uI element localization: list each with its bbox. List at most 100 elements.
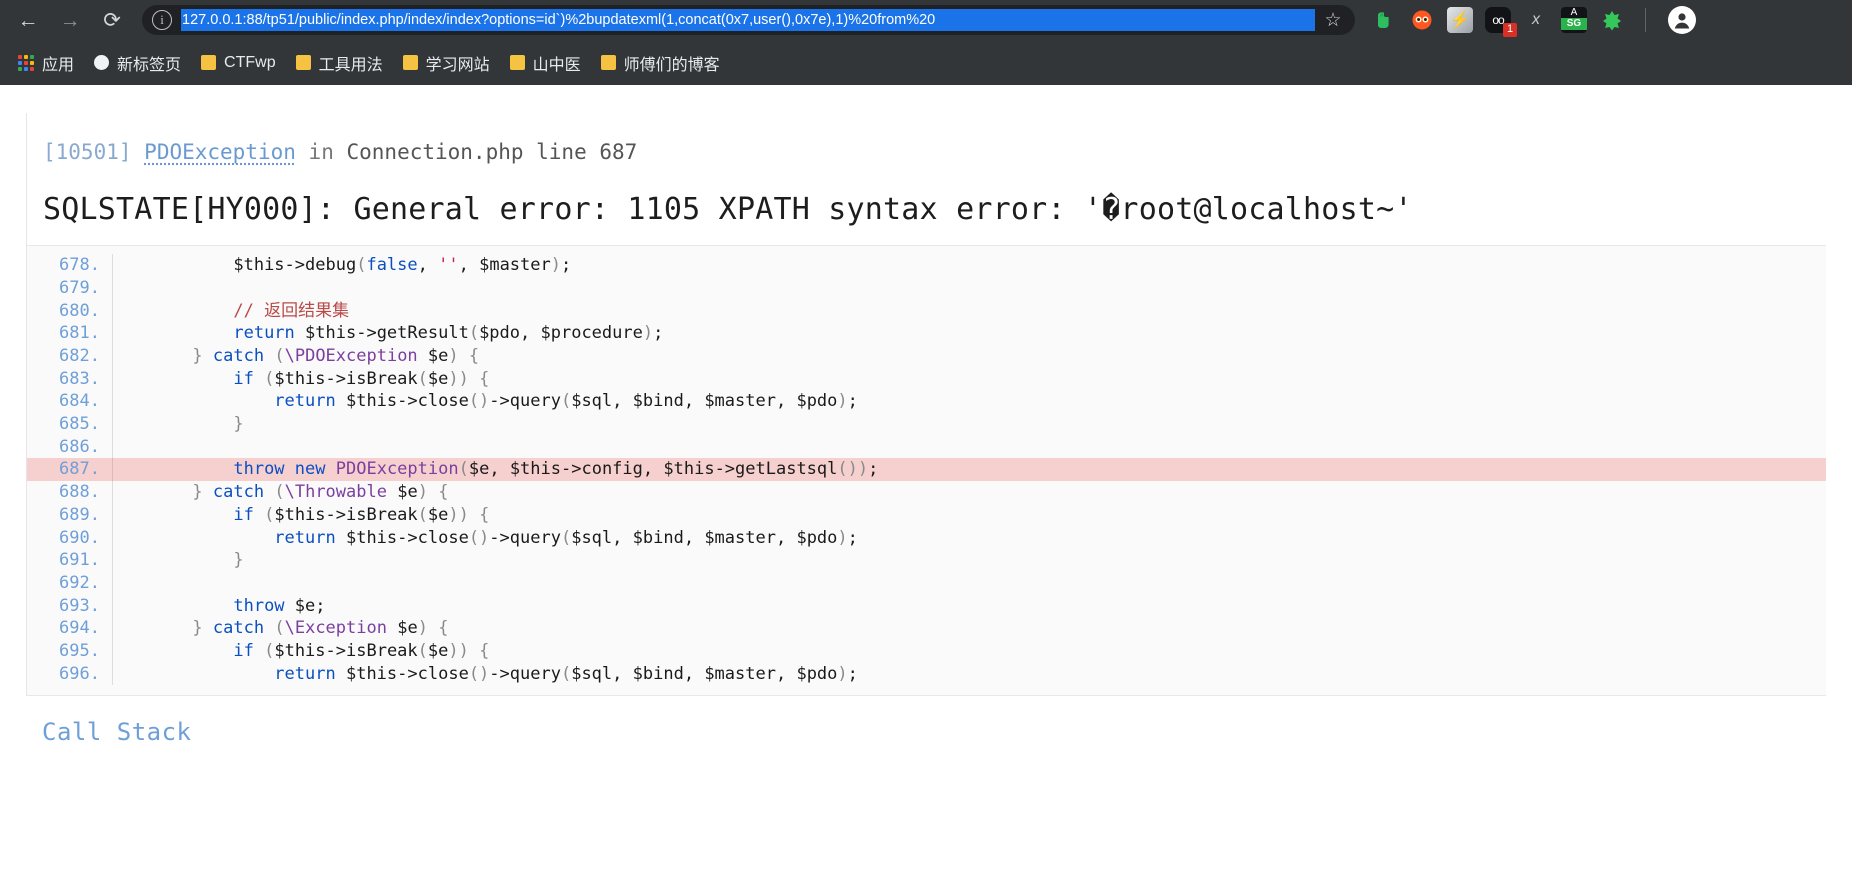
site-info-icon[interactable]: i [152,10,172,30]
exception-panel: [10501] PDOException in Connection.php l… [26,113,1826,696]
code-line: 688. } catch (\Throwable $e) { [27,481,1826,504]
code-token: ; [868,459,879,480]
code-token: ( [264,368,275,389]
bookmark-shanzhongyi[interactable]: 山中医 [502,46,589,80]
code-token: ( [560,391,572,412]
code-token: ->query [489,527,561,548]
bookmark-ctfwp[interactable]: CTFwp [193,49,284,77]
line-source: $this->debug(false, '', $master); [113,254,571,277]
code-token: , [683,391,705,412]
line-source: return $this->close()->query($sql, $bind… [113,663,858,686]
code-token: $this [305,323,357,344]
line-number: 687. [27,458,113,482]
line-number: 681. [27,322,113,346]
sogou-input-icon[interactable]: A SG [1561,7,1587,33]
code-token: ( [468,323,480,344]
code-token: ) [837,663,848,684]
bookmark-apps[interactable]: 应用 [10,46,82,80]
code-token: $master [704,527,776,548]
code-token: $bind [632,527,684,548]
bookmark-blogs[interactable]: 师傅们的博客 [593,46,728,80]
toolbar-divider [1645,8,1646,32]
code-line: 687. throw new PDOException($e, $this->c… [27,458,1826,482]
code-token: $pdo [796,391,838,412]
forward-button[interactable]: → [50,3,90,37]
bookmark-new-tab[interactable]: 新标签页 [86,46,189,80]
code-token: ; [847,527,858,548]
address-bar[interactable]: i 127.0.0.1:88/tp51/public/index.php/ind… [142,5,1355,35]
exception-class-link[interactable]: PDOException [144,140,296,164]
code-token: { [438,618,449,639]
code-token: ->query [489,663,561,684]
code-token: , [612,527,633,548]
code-token: ->isBreak [325,504,418,525]
code-token: \Throwable [284,482,387,503]
line-source: } catch (\PDOException $e) { [113,345,479,368]
line-number: 695. [27,639,113,663]
code-token: ->close [397,527,469,548]
code-token: ; [561,255,572,276]
proxy-extension-icon[interactable]: oo 1 [1485,7,1517,37]
code-token: ; [847,663,858,684]
code-token: ( [274,346,285,367]
profile-avatar[interactable] [1668,6,1696,34]
line-number: 679. [27,276,113,300]
puzzle-extension-icon[interactable] [1599,7,1625,33]
code-token: } [233,550,244,571]
code-token: $procedure [540,323,643,344]
url-input[interactable]: 127.0.0.1:88/tp51/public/index.php/index… [181,9,1315,31]
code-token: $bind [632,663,684,684]
code-token: $sql [571,391,613,412]
bookmark-label: 学习网站 [425,56,490,74]
call-stack-section: Call Stack [26,695,1826,746]
line-source: return $this->close()->query($sql, $bind… [113,527,858,550]
line-number: 683. [27,367,113,391]
bookmark-star-icon[interactable]: ☆ [1315,11,1351,30]
code-token: $master [704,663,776,684]
bookmark-study-sites[interactable]: 学习网站 [395,46,498,80]
code-token: $master [479,255,551,276]
code-token: $this [345,527,398,548]
code-token: ->query [489,391,561,412]
exception-header: [10501] PDOException in Connection.php l… [27,113,1826,178]
code-token: ( [274,482,285,503]
code-token: ; [847,391,858,412]
code-token: ; [315,595,326,616]
back-button[interactable]: ← [8,3,48,37]
infinity-extension-icon[interactable] [1409,7,1435,33]
code-line: 678. $this->debug(false, '', $master); [27,254,1826,277]
line-source: throw $e; [113,595,326,618]
flash-extension-icon[interactable]: ⚡ [1447,7,1473,33]
apps-grid-icon [18,54,34,71]
code-token: $e [427,368,449,389]
code-token: $this [274,368,326,389]
evernote-extension-icon[interactable] [1371,7,1397,33]
line-source: return $this->getResult($pdo, $procedure… [113,322,663,345]
line-source: } catch (\Throwable $e) { [113,481,448,504]
code-token: $sql [571,527,613,548]
bookmark-tools[interactable]: 工具用法 [288,46,391,80]
code-line: 691. } [27,549,1826,572]
line-number: 682. [27,345,113,368]
code-token: $master [704,391,776,412]
reload-button[interactable]: ⟳ [92,3,132,37]
line-source: if ($this->isBreak($e)) { [113,504,489,527]
x-extension-icon[interactable]: x [1523,7,1549,33]
code-token: , [612,391,633,412]
browser-toolbar: ← → ⟳ i 127.0.0.1:88/tp51/public/index.p… [0,0,1852,40]
